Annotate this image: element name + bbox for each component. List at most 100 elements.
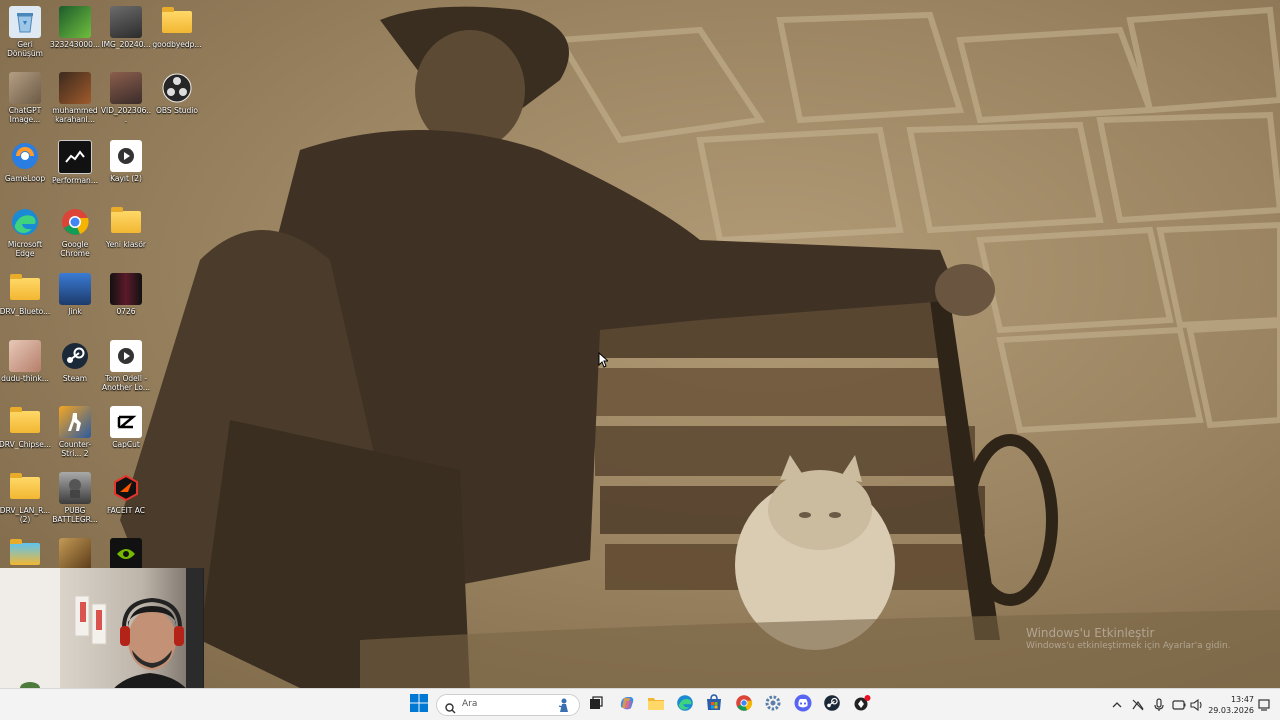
desktop-icon-game-partial[interactable] bbox=[50, 538, 100, 570]
game-app-icon bbox=[59, 538, 91, 570]
desktop-icon-yeni-klasor[interactable]: Yeni klasör bbox=[101, 206, 151, 249]
desktop-icon-steam[interactable]: Steam bbox=[50, 340, 100, 383]
file-explorer-icon bbox=[647, 695, 665, 715]
clock-date: 29.03.2026 bbox=[1208, 706, 1254, 715]
clock-time: 13:47 bbox=[1230, 695, 1254, 704]
desktop-icon-label: 0726 bbox=[116, 307, 136, 316]
chrome-taskbar-button[interactable] bbox=[731, 693, 757, 717]
settings-button[interactable] bbox=[760, 693, 786, 717]
taskbar-search-box[interactable]: Ara bbox=[436, 694, 580, 716]
obs-studio-icon bbox=[161, 72, 193, 104]
network-disconnected-icon[interactable] bbox=[1130, 697, 1146, 713]
desktop-icon-label: IMG_20240... bbox=[101, 40, 151, 49]
pubg-icon bbox=[59, 472, 91, 504]
microsoft-store-button[interactable] bbox=[701, 693, 727, 717]
edge-icon bbox=[676, 694, 694, 716]
taskbar-clock[interactable]: 13:47 29.03.2026 bbox=[1206, 694, 1254, 716]
faceit-icon bbox=[110, 472, 142, 504]
image-file-icon bbox=[59, 72, 91, 104]
desktop-icon-label: dudu-think... bbox=[1, 374, 49, 383]
desktop-screen: Geri Dönüşüm Kutusu 323243000... IMG_202… bbox=[0, 0, 1280, 720]
folder-icon bbox=[110, 206, 142, 238]
battery-icon[interactable] bbox=[1171, 697, 1187, 713]
desktop-icon-drv-bluetooth[interactable]: DRV_Blueto... bbox=[0, 273, 50, 316]
desktop-icon-folder-goodbye[interactable]: goodbyedp... bbox=[152, 6, 202, 49]
show-hidden-icons-chevron-up-icon[interactable] bbox=[1109, 697, 1125, 713]
desktop-icon-image-2[interactable]: IMG_20240... bbox=[101, 6, 151, 49]
desktop-icon-vid[interactable]: VID_202306... bbox=[101, 72, 151, 124]
desktop-icon-label: Geri Dönüşüm Kutusu bbox=[7, 40, 43, 58]
notification-icon[interactable] bbox=[1256, 697, 1272, 713]
copilot-button[interactable] bbox=[614, 693, 640, 717]
search-highlight-icon bbox=[557, 697, 571, 713]
video-file-icon bbox=[110, 72, 142, 104]
desktop-icon-label: Microsoft Edge bbox=[7, 240, 43, 258]
desktop-icon-recycle-bin[interactable]: Geri Dönüşüm Kutusu bbox=[0, 6, 50, 58]
desktop-icon-pubg[interactable]: PUBG BATTLEGR... bbox=[50, 472, 100, 524]
desktop-icon-nvidia-partial[interactable] bbox=[101, 538, 151, 570]
desktop-icon-0726[interactable]: 0726 bbox=[101, 273, 151, 316]
desktop-icon-label: Steam bbox=[62, 374, 88, 383]
start-button[interactable] bbox=[406, 693, 432, 717]
desktop-icon-chatgpt-image[interactable]: ChatGPT Image... bbox=[0, 72, 50, 124]
desktop-icon-drv-lan[interactable]: DRV_LAN_R... (2) bbox=[0, 472, 50, 524]
desktop-icon-obs[interactable]: OBS Studio bbox=[152, 72, 202, 115]
copilot-icon bbox=[618, 694, 636, 716]
desktop-icon-chrome[interactable]: Google Chrome bbox=[50, 206, 100, 258]
capcut-icon bbox=[110, 406, 142, 438]
edge-icon bbox=[9, 206, 41, 238]
folder-icon bbox=[161, 6, 193, 38]
mouse-cursor bbox=[598, 351, 610, 372]
recycle-bin-icon bbox=[9, 6, 41, 38]
desktop-icon-label: DRV_Blueto... bbox=[0, 307, 51, 316]
desktop-icon-label: Kayıt (2) bbox=[110, 174, 142, 183]
desktop-icon-faceit[interactable]: FACEIT AC bbox=[101, 472, 151, 515]
microphone-icon[interactable] bbox=[1151, 697, 1167, 713]
desktop-icon-dudu[interactable]: dudu-think... bbox=[0, 340, 50, 383]
video-file-icon bbox=[110, 140, 142, 172]
desktop-icon-label: CapCut bbox=[112, 440, 140, 449]
desktop-icon-performance[interactable]: Performan... bbox=[50, 140, 100, 185]
steam-icon bbox=[823, 694, 841, 716]
app-taskbar-button[interactable] bbox=[849, 693, 875, 717]
desktop-icon-capcut[interactable]: CapCut bbox=[101, 406, 151, 449]
file-explorer-button[interactable] bbox=[643, 693, 669, 717]
folder-icon bbox=[9, 406, 41, 438]
desktop-icon-label: OBS Studio bbox=[156, 106, 198, 115]
desktop-icon-counter-strike[interactable]: Counter-Stri... 2 bbox=[50, 406, 100, 458]
discord-icon bbox=[794, 694, 812, 716]
watermark-subtitle: Windows'u etkinleştirmek için Ayarlar'a … bbox=[1026, 641, 1231, 651]
steam-icon bbox=[59, 340, 91, 372]
volume-icon[interactable] bbox=[1189, 697, 1205, 713]
desktop-icon-drv-chipset[interactable]: DRV_Chipse... bbox=[0, 406, 51, 449]
image-file-icon bbox=[59, 6, 91, 38]
chrome-icon bbox=[735, 694, 753, 716]
desktop-icon-folder-partial[interactable] bbox=[0, 538, 50, 570]
desktop-icon-muhammed[interactable]: muhammed karahanl... bbox=[50, 72, 100, 124]
desktop-icon-jink[interactable]: Jink bbox=[50, 273, 100, 316]
folder-icon bbox=[9, 472, 41, 504]
nvidia-icon bbox=[110, 538, 142, 570]
desktop-icon-label: Counter-Stri... 2 bbox=[58, 440, 92, 458]
search-icon bbox=[445, 699, 456, 718]
discord-button[interactable] bbox=[790, 693, 816, 717]
edge-taskbar-button[interactable] bbox=[672, 693, 698, 717]
desktop-icon-edge[interactable]: Microsoft Edge bbox=[0, 206, 50, 258]
desktop-icon-image-1[interactable]: 323243000... bbox=[50, 6, 100, 49]
desktop-icon-tom-odell[interactable]: Tom Odell - Another Lo... bbox=[101, 340, 151, 392]
desktop-icon-kayit[interactable]: Kayıt (2) bbox=[101, 140, 151, 183]
search-placeholder: Ara bbox=[462, 699, 478, 709]
desktop-icon-label: Performan... bbox=[52, 176, 98, 185]
folder-icon bbox=[9, 538, 41, 570]
desktop-icon-label: PUBG BATTLEGR... bbox=[52, 506, 98, 524]
start-icon bbox=[410, 694, 428, 716]
steam-taskbar-button[interactable] bbox=[819, 693, 845, 717]
task-view-button[interactable] bbox=[583, 693, 609, 717]
desktop-icon-label: Jink bbox=[68, 307, 82, 316]
desktop-icon-gameloop[interactable]: GameLoop bbox=[0, 140, 50, 183]
performance-app-icon bbox=[58, 140, 92, 174]
desktop-icon-label: FACEIT AC bbox=[106, 506, 145, 515]
task-view-icon bbox=[588, 695, 604, 715]
desktop-icon-label: VID_202306... bbox=[100, 106, 152, 124]
desktop-icon-label: DRV_LAN_R... (2) bbox=[0, 506, 51, 524]
